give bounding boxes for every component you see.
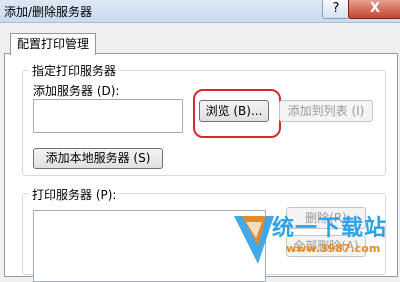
highlight-annotation — [193, 89, 281, 138]
add-server-label: 添加服务器 (D): — [33, 84, 120, 98]
add-local-server-button[interactable]: 添加本地服务器 (S) — [33, 148, 163, 169]
print-servers-legend: 打印服务器 (P): — [29, 186, 120, 203]
window-title: 添加/删除服务器 — [4, 5, 93, 19]
tab-configure-print-management[interactable]: 配置打印管理 — [10, 33, 96, 55]
title-bar: 添加/删除服务器 ? X — [0, 0, 400, 23]
close-button[interactable]: X — [348, 0, 400, 19]
specify-server-legend: 指定打印服务器 — [29, 62, 120, 79]
add-server-input[interactable] — [33, 99, 183, 133]
watermark-url: www.3987.com — [286, 242, 381, 255]
watermark-text: 统一下载站 — [272, 216, 388, 241]
help-button[interactable]: ? — [322, 0, 350, 19]
add-to-list-button[interactable]: 添加到列表 (I) — [279, 100, 373, 122]
